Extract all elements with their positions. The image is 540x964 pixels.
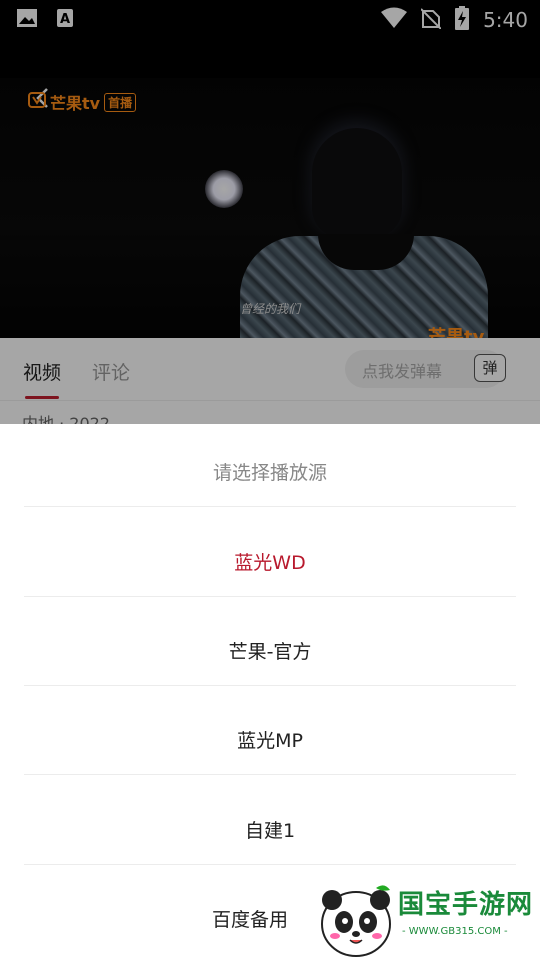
- source-option[interactable]: 芒果-官方: [0, 637, 540, 664]
- watermark-url: - WWW.GB315.COM -: [402, 926, 508, 937]
- divider: [24, 506, 516, 507]
- divider: [24, 596, 516, 597]
- site-watermark: 国宝手游网 - WWW.GB315.COM -: [318, 882, 538, 960]
- divider: [24, 774, 516, 775]
- sheet-title: 请选择播放源: [212, 462, 327, 484]
- source-option[interactable]: 蓝光WD: [0, 548, 540, 575]
- source-option[interactable]: 自建1: [0, 816, 540, 843]
- divider: [24, 685, 516, 686]
- divider: [24, 864, 516, 865]
- source-picker-sheet: 请选择播放源 蓝光WD 芒果-官方 蓝光MP 自建1 百度备用: [0, 424, 540, 960]
- panda-icon: [318, 882, 398, 964]
- watermark-text: 国宝手游网: [398, 890, 534, 920]
- source-option[interactable]: 蓝光MP: [0, 726, 540, 753]
